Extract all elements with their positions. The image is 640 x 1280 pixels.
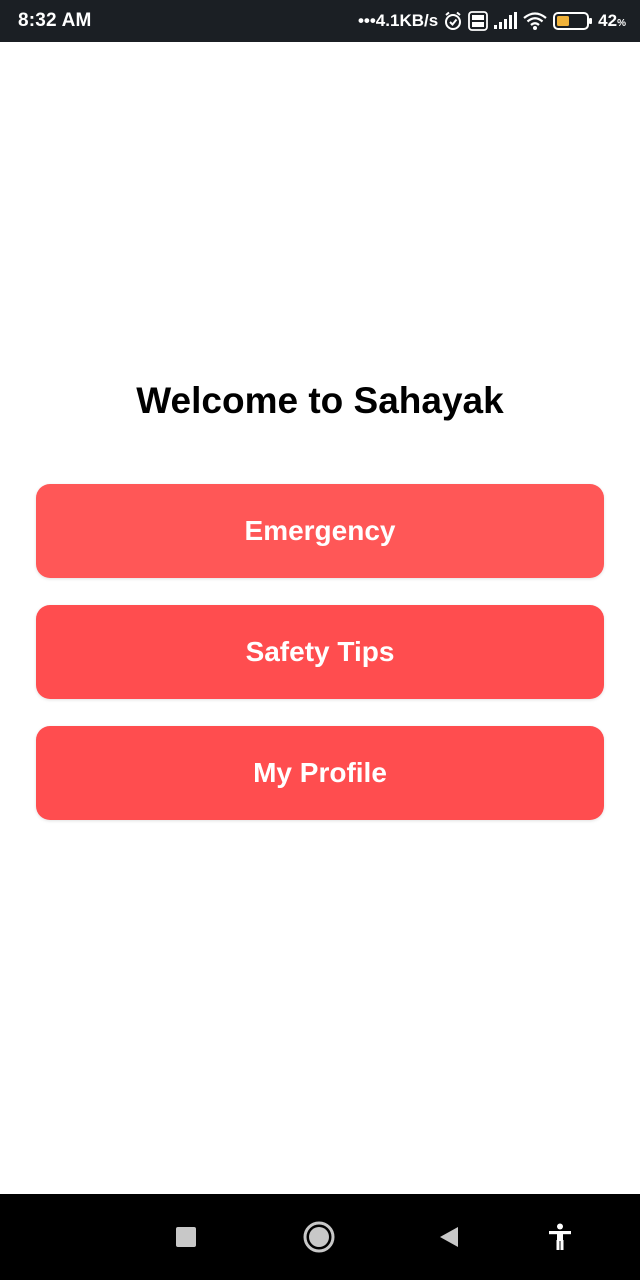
navigation-bar xyxy=(0,1194,640,1280)
status-indicators: •••4.1KB/s 42% xyxy=(358,11,626,31)
safety-tips-button[interactable]: Safety Tips xyxy=(36,605,604,699)
status-bar: 8:32 AM •••4.1KB/s 42% xyxy=(0,0,640,42)
recents-icon xyxy=(175,1226,197,1248)
home-icon xyxy=(302,1220,336,1254)
accessibility-button[interactable] xyxy=(525,1194,595,1280)
signal-icon xyxy=(493,12,518,30)
battery-icon xyxy=(553,11,593,31)
network-speed: •••4.1KB/s xyxy=(357,11,439,30)
emergency-button[interactable]: Emergency xyxy=(36,484,604,578)
back-icon xyxy=(437,1225,461,1249)
status-time: 8:32 AM xyxy=(18,10,92,31)
recents-button[interactable] xyxy=(151,1194,221,1280)
accessibility-icon xyxy=(547,1223,573,1251)
battery-percent: 42% xyxy=(598,11,626,30)
app-screen: 8:32 AM •••4.1KB/s 42% Welcome to Sahaya… xyxy=(0,0,640,1280)
back-button[interactable] xyxy=(414,1194,484,1280)
home-button[interactable] xyxy=(284,1194,354,1280)
alarm-icon xyxy=(443,11,463,31)
volte-icon xyxy=(468,11,489,31)
page-title: Welcome to Sahayak xyxy=(136,380,504,421)
wifi-icon xyxy=(522,11,548,31)
my-profile-button[interactable]: My Profile xyxy=(36,726,604,820)
